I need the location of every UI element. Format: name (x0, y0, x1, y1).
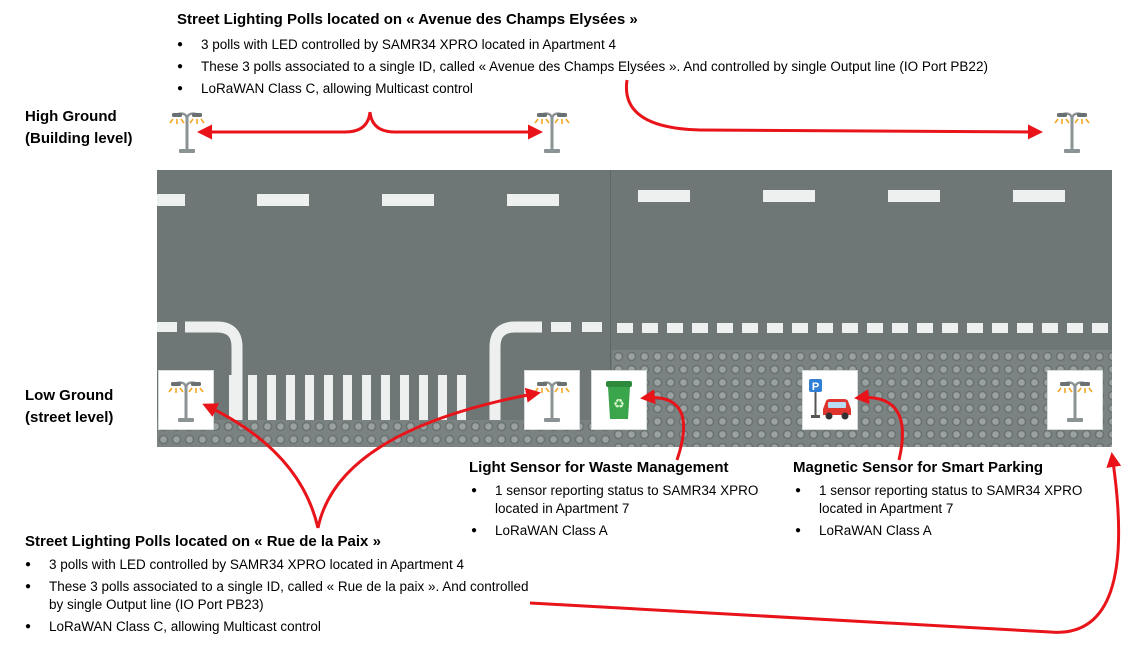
street-lamp-tile (159, 371, 213, 429)
lane-dash-small (942, 323, 958, 333)
rue-bullet-list: 3 polls with LED controlled by SAMR34 XP… (25, 556, 545, 640)
high-ground-label: High Ground (Building level) (25, 106, 133, 150)
avenue-bullet-list: 3 polls with LED controlled by SAMR34 XP… (177, 36, 1127, 102)
street-lamp-icon (162, 106, 212, 156)
parking-car-icon: P (809, 379, 851, 420)
parking-letter: P (812, 381, 819, 393)
waste-bullet: 1 sensor reporting status to SAMR34 XPRO… (471, 482, 771, 518)
avenue-bullet: 3 polls with LED controlled by SAMR34 XP… (177, 36, 1127, 54)
street-lamp-icon (1047, 106, 1097, 156)
high-ground-line1: High Ground (25, 108, 117, 125)
rue-bullet: 3 polls with LED controlled by SAMR34 XP… (25, 556, 545, 574)
street-lamp-tile (1048, 371, 1102, 429)
street-lamp-icon (1050, 375, 1100, 425)
lane-dash-small (667, 323, 683, 333)
lane-dash-small (692, 323, 708, 333)
lane-dash-small (742, 323, 758, 333)
parking-sensor-title: Magnetic Sensor for Smart Parking (793, 459, 1044, 476)
lane-dash-small (792, 323, 808, 333)
high-ground-line2: (Building level) (25, 130, 133, 147)
parking-bullet-list: 1 sensor reporting status to SAMR34 XPRO… (795, 482, 1095, 544)
right-dashed-line (617, 323, 1112, 335)
lane-dash-small (1017, 323, 1033, 333)
low-ground-label: Low Ground (street level) (25, 385, 113, 429)
lane-dash-small (717, 323, 733, 333)
arrow-high-left (197, 111, 372, 140)
avenue-bullet: These 3 polls associated to a single ID,… (177, 58, 1127, 76)
avenue-title: Street Lighting Polls located on « Avenu… (177, 11, 638, 28)
street-lamp-tile (525, 371, 579, 429)
lane-dash-small (917, 323, 933, 333)
waste-bin-tile: ♻ (592, 371, 646, 429)
lane-dash-small (767, 323, 783, 333)
low-ground-line2: (street level) (25, 409, 114, 426)
parking-bullet: LoRaWAN Class A (795, 522, 1095, 540)
lane-dash-small (1042, 323, 1058, 333)
street-lamp-icon (161, 375, 211, 425)
low-ground-line1: Low Ground (25, 387, 114, 404)
parking-bullet: 1 sensor reporting status to SAMR34 XPRO… (795, 482, 1095, 518)
lane-dash-small (617, 323, 633, 333)
avenue-bullet: LoRaWAN Class C, allowing Multicast cont… (177, 80, 1127, 98)
lane-dash-small (1067, 323, 1083, 333)
lane-dash-small (842, 323, 858, 333)
parking-tile: P (803, 371, 857, 429)
rue-bullet: These 3 polls associated to a single ID,… (25, 578, 545, 614)
stud-baseplate (612, 350, 1112, 447)
lane-dash-small (967, 323, 983, 333)
lane-dash-small (1092, 323, 1108, 333)
waste-bullet-list: 1 sensor reporting status to SAMR34 XPRO… (471, 482, 771, 544)
svg-text:♻: ♻ (613, 397, 625, 412)
street-lamp-icon (527, 106, 577, 156)
waste-sensor-title: Light Sensor for Waste Management (469, 459, 729, 476)
lane-dash-small (992, 323, 1008, 333)
rue-title: Street Lighting Polls located on « Rue d… (25, 533, 381, 550)
recycling-bin-icon: ♻ (606, 381, 632, 419)
waste-bullet: LoRaWAN Class A (471, 522, 771, 540)
lane-dash-small (817, 323, 833, 333)
lane-dash-small (642, 323, 658, 333)
arrow-high-mid (368, 111, 543, 140)
lane-dash-small (867, 323, 883, 333)
street-lamp-icon (527, 375, 577, 425)
lane-dash-small (892, 323, 908, 333)
rue-bullet: LoRaWAN Class C, allowing Multicast cont… (25, 618, 545, 636)
